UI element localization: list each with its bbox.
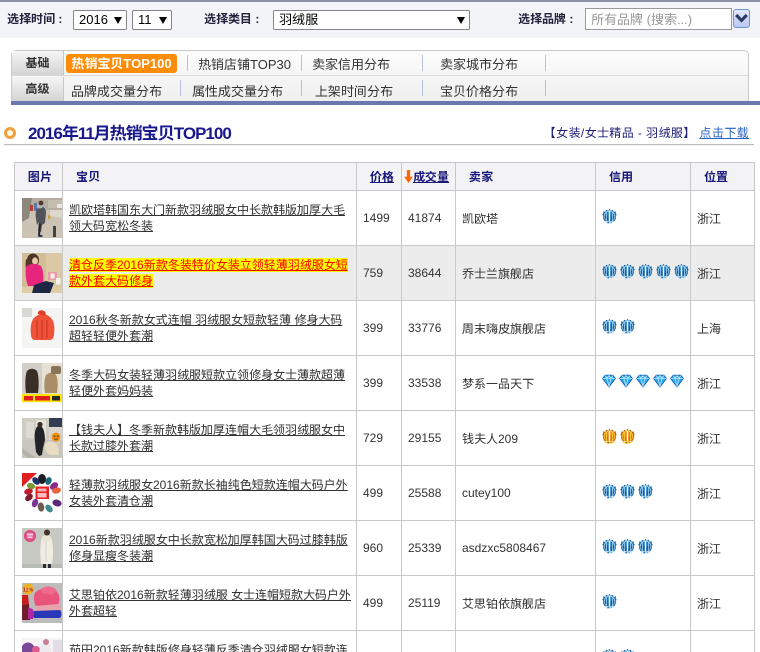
svg-text:11%: 11% xyxy=(23,588,34,594)
